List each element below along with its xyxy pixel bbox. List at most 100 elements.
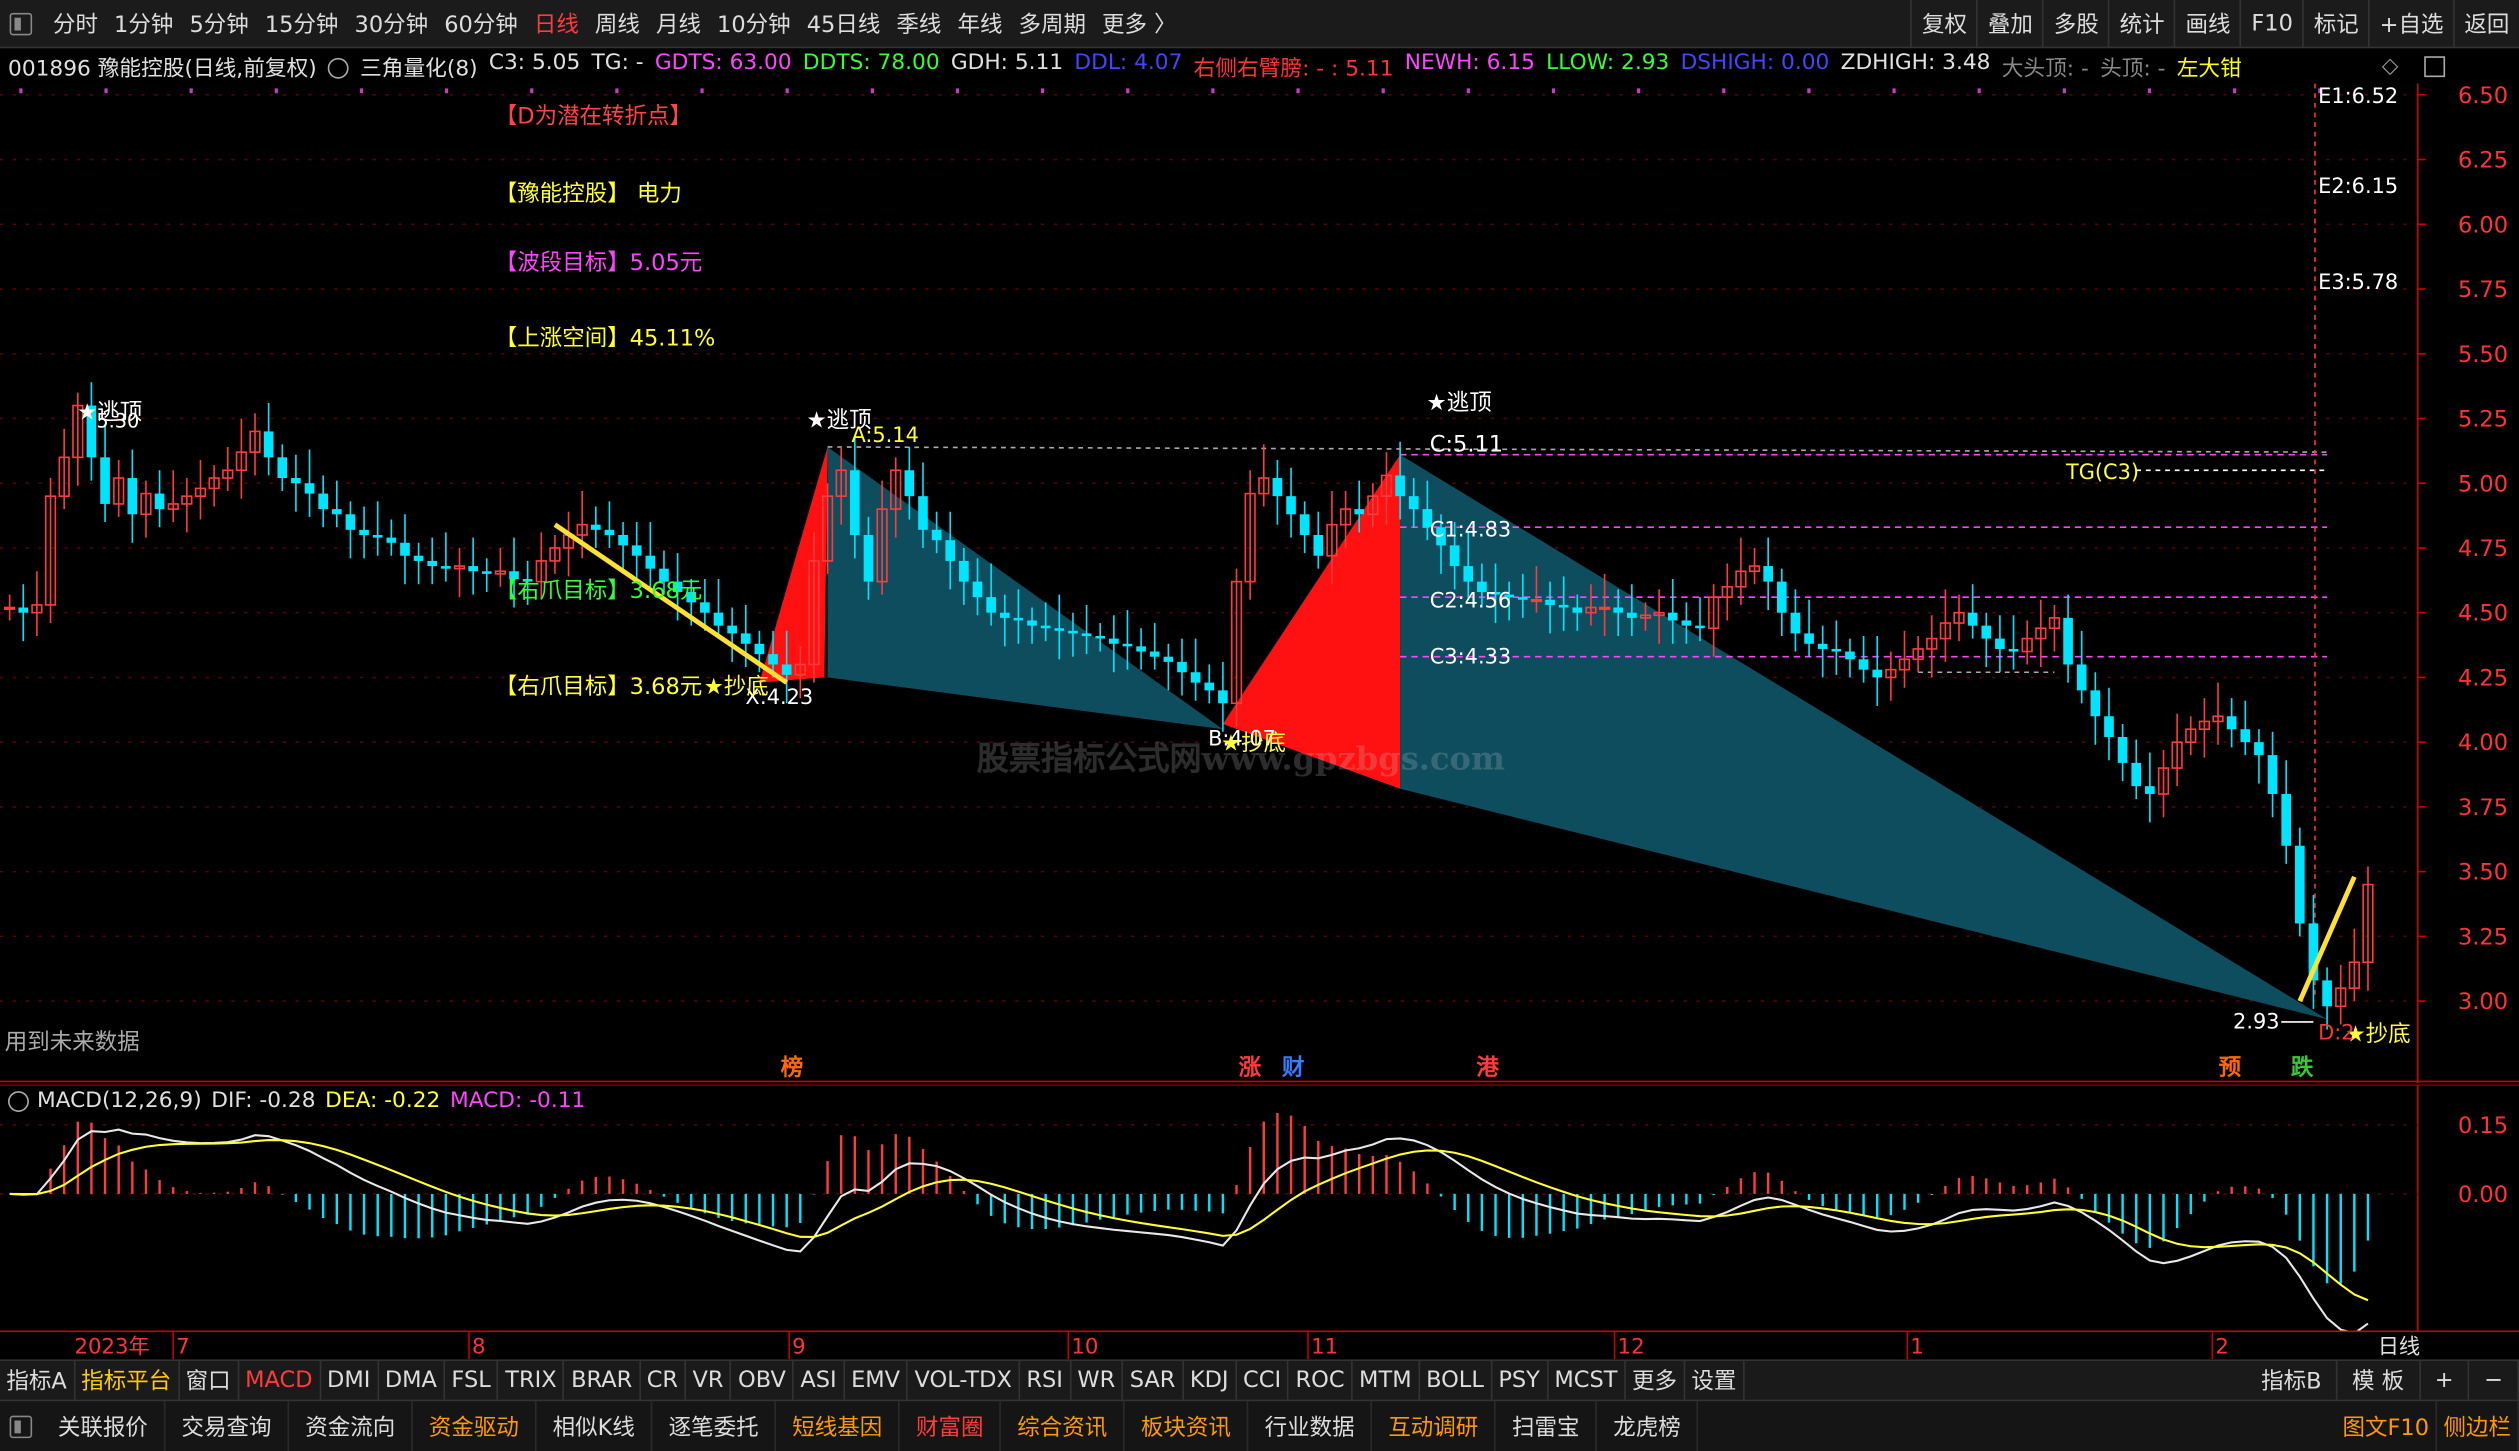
toolbar-button-0[interactable]: 复权 xyxy=(1910,0,1977,48)
period-tab-11[interactable]: 季线 xyxy=(888,7,949,39)
panel-toggle-icon[interactable] xyxy=(9,1414,33,1438)
indicator-tab-23[interactable]: PSY xyxy=(1492,1360,1548,1401)
bottom-tab-12[interactable]: 扫雷宝 xyxy=(1496,1400,1598,1451)
toolbar-button-6[interactable]: 标记 xyxy=(2302,0,2369,48)
candle-body xyxy=(359,529,369,536)
event-marker-2[interactable]: 财 xyxy=(1282,1055,1304,1081)
bottom-right-0[interactable]: 图文F10 xyxy=(2336,1400,2438,1451)
indicator-tab-13[interactable]: EMV xyxy=(845,1360,909,1401)
indicator-right-2[interactable]: + xyxy=(2420,1360,2470,1401)
toolbar-button-7[interactable]: +自选 xyxy=(2368,0,2453,48)
indicator-tab-6[interactable]: FSL xyxy=(445,1360,499,1401)
indicator-tab-15[interactable]: RSI xyxy=(1020,1360,1071,1401)
price-chart[interactable]: 6.50 6.25 6.00 5.75 5.50 5.25 5.00 4.75 4.50 4.25… xyxy=(0,83,2519,1084)
event-marker-3[interactable]: 港 xyxy=(1476,1055,1499,1081)
bottom-tab-11[interactable]: 互动调研 xyxy=(1372,1400,1496,1451)
indicator-tab-18[interactable]: KDJ xyxy=(1183,1360,1237,1401)
bottom-tab-1[interactable]: 交易查询 xyxy=(165,1400,290,1451)
toolbar-button-1[interactable]: 叠加 xyxy=(1976,0,2043,48)
candle-body xyxy=(631,545,642,556)
period-tab-4[interactable]: 30分钟 xyxy=(346,7,436,39)
bottom-tab-13[interactable]: 龙虎榜 xyxy=(1597,1400,1699,1451)
indicator-tab-19[interactable]: CCI xyxy=(1237,1360,1290,1401)
period-tab-3[interactable]: 15分钟 xyxy=(257,7,347,39)
event-marker-4[interactable]: 预 xyxy=(2219,1055,2242,1081)
candle-body xyxy=(1790,612,1801,634)
window-icon[interactable] xyxy=(2424,55,2446,77)
candle-body xyxy=(1558,604,1569,608)
period-tab-5[interactable]: 60分钟 xyxy=(436,7,526,39)
period-tab-7[interactable]: 周线 xyxy=(587,7,648,39)
bottom-tab-4[interactable]: 相似K线 xyxy=(537,1400,653,1451)
indicator-tab-20[interactable]: ROC xyxy=(1289,1360,1353,1401)
bottom-tab-8[interactable]: 综合资讯 xyxy=(1001,1400,1125,1451)
price-label: 5.25 xyxy=(2458,407,2508,433)
bottom-tab-6[interactable]: 短线基因 xyxy=(776,1400,900,1451)
indicator-tab-10[interactable]: VR xyxy=(686,1360,732,1401)
period-tab-13[interactable]: 多周期 xyxy=(1010,7,1094,39)
low-price-label: 2.93 xyxy=(2233,1009,2279,1033)
indicator-tab-17[interactable]: SAR xyxy=(1123,1360,1184,1401)
period-tab-2[interactable]: 5分钟 xyxy=(181,7,256,39)
toolbar-button-4[interactable]: 画线 xyxy=(2174,0,2240,48)
month-label-12: 12 xyxy=(1618,1334,1645,1359)
bottom-tab-5[interactable]: 逐笔委托 xyxy=(653,1400,777,1451)
period-tab-10[interactable]: 45日线 xyxy=(799,7,889,39)
indicator-tab-5[interactable]: DMA xyxy=(378,1360,445,1401)
bottom-tab-10[interactable]: 行业数据 xyxy=(1249,1400,1373,1451)
indicator-tab-22[interactable]: BOLL xyxy=(1420,1360,1492,1401)
candle-body xyxy=(154,493,165,510)
indicator-tab-14[interactable]: VOL-TDX xyxy=(908,1360,1020,1401)
indicator-right-3[interactable]: − xyxy=(2470,1360,2519,1401)
event-marker-5[interactable]: 跌 xyxy=(2291,1055,2314,1081)
toolbar-button-2[interactable]: 多股 xyxy=(2042,0,2108,48)
period-tab-6[interactable]: 日线 xyxy=(526,7,587,39)
macd-toggle-icon[interactable] xyxy=(8,1090,29,1112)
bottom-right-1[interactable]: 侧边栏 xyxy=(2437,1400,2519,1451)
sidebar-toggle-icon[interactable] xyxy=(9,12,33,35)
bottom-tab-9[interactable]: 板块资讯 xyxy=(1125,1400,1249,1451)
stock-code-name: 001896 豫能控股(日线,前复权) xyxy=(8,56,317,82)
toolbar-button-3[interactable]: 统计 xyxy=(2108,0,2174,48)
bottom-tab-2[interactable]: 资金流向 xyxy=(289,1400,413,1451)
period-tab-14[interactable]: 更多 〉 xyxy=(1094,7,1185,39)
period-tab-1[interactable]: 1分钟 xyxy=(106,7,181,39)
period-tab-9[interactable]: 10分钟 xyxy=(709,7,799,39)
macd-title[interactable]: MACD(12,26,9) xyxy=(37,1088,202,1114)
toolbar-button-5[interactable]: F10 xyxy=(2240,0,2302,48)
period-tab-0[interactable]: 分时 xyxy=(45,7,106,39)
indicator-tab-26[interactable]: 设置 xyxy=(1685,1360,1745,1401)
indicator-tab-2[interactable]: 窗口 xyxy=(179,1360,239,1401)
indicator-tab-7[interactable]: TRIX xyxy=(499,1360,565,1401)
top-dot xyxy=(870,88,874,94)
indicator-tab-3[interactable]: MACD xyxy=(239,1360,321,1401)
collapse-icon[interactable]: ◇ xyxy=(2382,53,2399,79)
bottom-tab-0[interactable]: 关联报价 xyxy=(42,1400,166,1451)
indicator-tab-25[interactable]: 更多 xyxy=(1626,1360,1685,1401)
toolbar-button-8[interactable]: 返回 xyxy=(2453,0,2519,48)
indicator-tab-8[interactable]: BRAR xyxy=(565,1360,641,1401)
top-dot xyxy=(1551,88,1556,94)
event-marker-0[interactable]: 榜 xyxy=(781,1054,803,1081)
period-tab-8[interactable]: 月线 xyxy=(648,7,709,39)
indicator-name[interactable]: 三角量化(8) xyxy=(360,50,477,82)
indicator-right-0[interactable]: 指标B xyxy=(2247,1360,2338,1401)
candle-body xyxy=(1627,612,1637,618)
indicator-tab-21[interactable]: MTM xyxy=(1353,1360,1420,1401)
month-label-8: 8 xyxy=(472,1334,486,1359)
period-tab-12[interactable]: 年线 xyxy=(949,7,1010,39)
indicator-tab-1[interactable]: 指标平台 xyxy=(75,1360,180,1401)
indicator-tab-0[interactable]: 指标A xyxy=(0,1360,75,1401)
macd-chart[interactable]: 0.15 0.00 xyxy=(0,1084,2519,1331)
indicator-tab-24[interactable]: MCST xyxy=(1548,1360,1626,1401)
settings-circle-icon[interactable] xyxy=(327,57,349,78)
indicator-tab-16[interactable]: WR xyxy=(1071,1360,1124,1401)
event-marker-1[interactable]: 涨 xyxy=(1239,1055,1262,1081)
indicator-tab-12[interactable]: ASI xyxy=(794,1360,845,1401)
indicator-tab-4[interactable]: DMI xyxy=(321,1360,379,1401)
indicator-right-1[interactable]: 模 板 xyxy=(2338,1360,2421,1401)
bottom-tab-7[interactable]: 财富圈 xyxy=(900,1400,1002,1451)
indicator-tab-11[interactable]: OBV xyxy=(732,1360,794,1401)
indicator-tab-9[interactable]: CR xyxy=(640,1360,687,1401)
bottom-tab-3[interactable]: 资金驱动 xyxy=(413,1400,537,1451)
